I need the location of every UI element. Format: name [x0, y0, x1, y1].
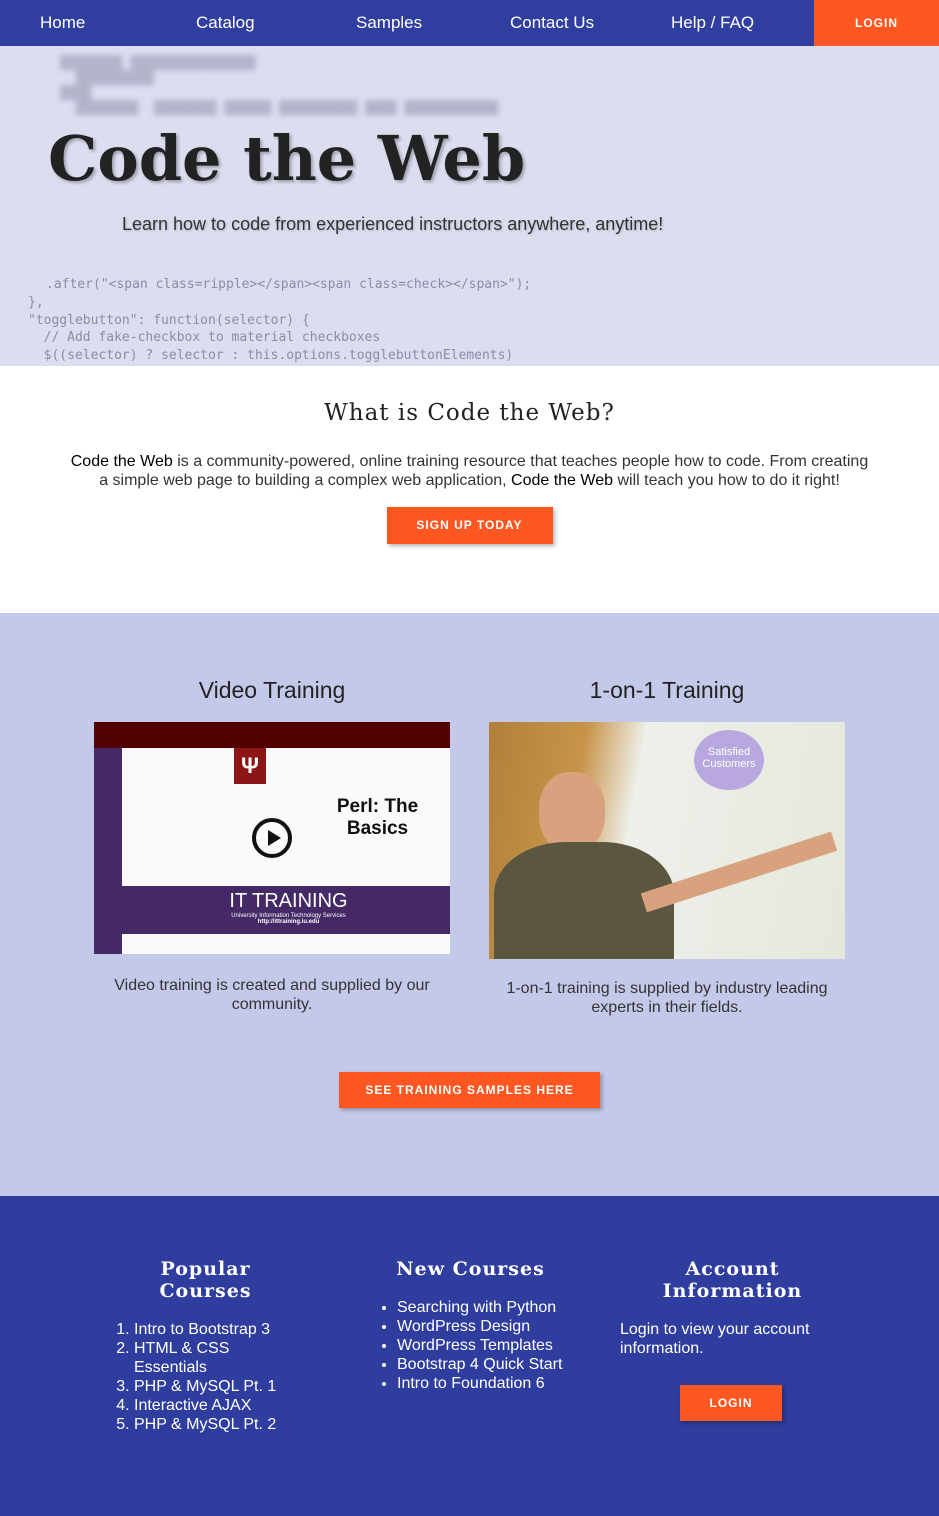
video-training: Video Training Ψ Perl: The Basics IT TRA… — [94, 677, 450, 1014]
nav-samples[interactable]: Samples — [356, 13, 422, 33]
footer: Popular Courses Intro to Bootstrap 3 HTM… — [0, 1196, 939, 1516]
code-line: .after("<span class=ripple></span><span … — [46, 277, 532, 292]
brand: Code the Web — [511, 472, 614, 489]
course-link[interactable]: Interactive AJAX — [134, 1396, 298, 1415]
brand: Code the Web — [70, 453, 173, 470]
course-link[interactable]: PHP & MySQL Pt. 2 — [134, 1415, 298, 1434]
account-text: Login to view your account information. — [620, 1321, 810, 1357]
course-link[interactable]: Bootstrap 4 Quick Start — [397, 1355, 563, 1374]
hero-subtitle: Learn how to code from experienced instr… — [122, 214, 664, 234]
training-section: Video Training Ψ Perl: The Basics IT TRA… — [0, 613, 939, 1196]
account-info: Account Information Login to view your a… — [620, 1258, 845, 1421]
about-text-2: will teach you how to do it right! — [613, 472, 840, 489]
code-line: }, — [28, 295, 44, 310]
code-line: $((selector) ? selector : this.options.t… — [28, 348, 514, 363]
about-text: Code the Web is a community-powered, onl… — [66, 452, 873, 490]
course-link[interactable]: WordPress Templates — [397, 1336, 563, 1355]
nav-home[interactable]: Home — [40, 13, 85, 33]
play-icon[interactable] — [252, 818, 292, 858]
nav-contact[interactable]: Contact Us — [510, 13, 594, 33]
video-training-title: Video Training — [198, 677, 346, 703]
course-link[interactable]: Intro to Bootstrap 3 — [134, 1320, 298, 1339]
iu-logo-icon: Ψ — [234, 748, 266, 784]
new-title: New Courses — [396, 1258, 545, 1280]
video-thumbnail[interactable]: Ψ Perl: The Basics IT TRAINING Universit… — [94, 722, 450, 954]
course-link[interactable]: HTML & CSS Essentials — [134, 1339, 298, 1377]
video-caption: Video training is created and supplied b… — [114, 977, 430, 1013]
nav-login-button[interactable]: LOGIN — [814, 0, 939, 46]
one-on-one-training: 1-on-1 Training Satisfied Customers 1-on… — [489, 677, 845, 1017]
thumb-banner: IT TRAINING University Information Techn… — [94, 886, 450, 934]
photo-bubble: Satisfied Customers — [694, 730, 764, 790]
see-samples-button[interactable]: SEE TRAINING SAMPLES HERE — [339, 1072, 600, 1108]
instructor-photo: Satisfied Customers — [489, 722, 845, 959]
about-section: What is Code the Web? Code the Web is a … — [0, 366, 939, 613]
course-link[interactable]: WordPress Design — [397, 1317, 563, 1336]
thumb-title: Perl: The Basics — [336, 796, 419, 839]
top-nav: Home Catalog Samples Contact Us Help / F… — [0, 0, 939, 46]
footer-login-button[interactable]: LOGIN — [680, 1385, 782, 1421]
new-courses: New Courses Searching with Python WordPr… — [378, 1258, 563, 1393]
nav-help[interactable]: Help / FAQ — [671, 13, 754, 33]
nav-catalog[interactable]: Catalog — [196, 13, 255, 33]
account-title: Account Information — [662, 1258, 803, 1302]
course-link[interactable]: PHP & MySQL Pt. 1 — [134, 1377, 298, 1396]
popular-courses: Popular Courses Intro to Bootstrap 3 HTM… — [113, 1258, 298, 1434]
code-line: // Add fake-checkbox to material checkbo… — [28, 330, 381, 345]
about-title: What is Code the Web? — [324, 400, 615, 426]
course-link[interactable]: Searching with Python — [397, 1298, 563, 1317]
code-line: "togglebutton": function(selector) { — [28, 313, 310, 328]
hero-title: Code the Web — [48, 122, 526, 195]
one-on-one-title: 1-on-1 Training — [589, 677, 745, 703]
sign-up-button[interactable]: SIGN UP TODAY — [386, 507, 553, 544]
one-on-one-caption: 1-on-1 training is supplied by industry … — [506, 980, 828, 1016]
course-link[interactable]: Intro to Foundation 6 — [397, 1374, 563, 1393]
code-bg-blur: ████████ ████████████████ ██████████ ███… — [60, 56, 499, 116]
hero: ████████ ████████████████ ██████████ ███… — [0, 46, 939, 366]
popular-title: Popular Courses — [159, 1258, 252, 1302]
